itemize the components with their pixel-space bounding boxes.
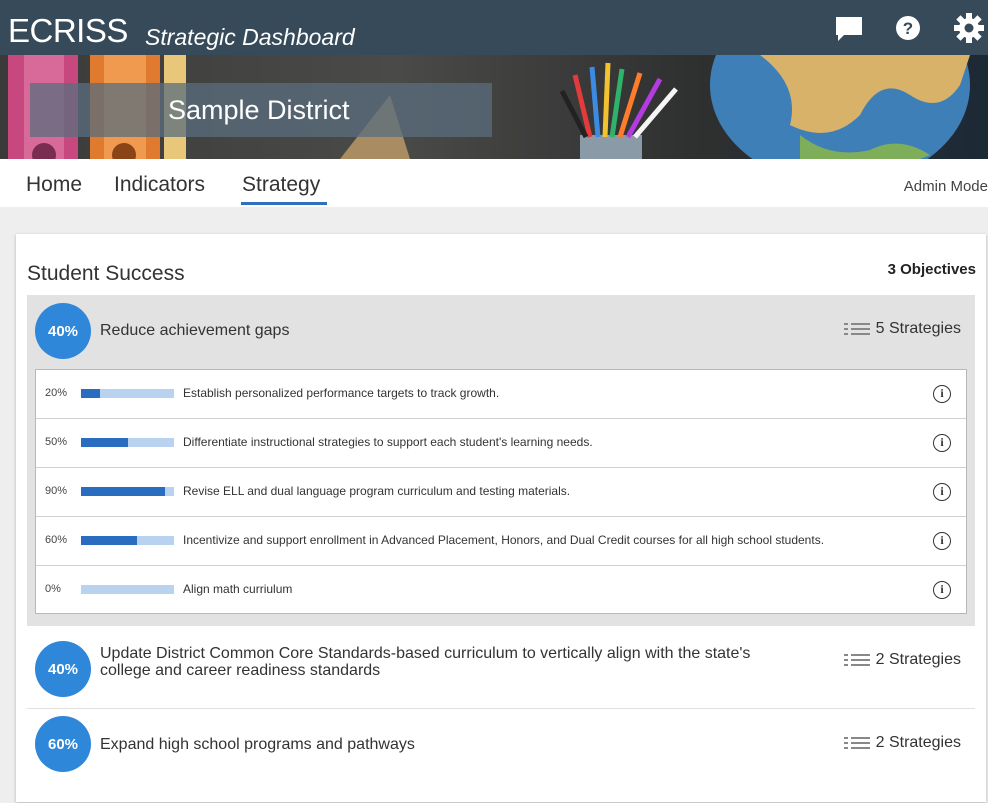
- strategies-count: 2 Strategies: [875, 734, 961, 751]
- strategy-percent: 60%: [45, 534, 68, 546]
- goal-card: Student Success 3 Objectives 40% Reduce …: [16, 234, 986, 802]
- top-bar: ECRISS Strategic Dashboard ?: [0, 0, 988, 55]
- info-icon[interactable]: i: [933, 532, 951, 550]
- help-icon[interactable]: ?: [894, 13, 924, 43]
- info-icon[interactable]: i: [933, 581, 951, 599]
- strategy-table: 20% Establish personalized performance t…: [35, 369, 967, 614]
- app-name: ECRISS: [8, 12, 128, 49]
- strategy-row[interactable]: 50% Differentiate instructional strategi…: [36, 419, 966, 468]
- settings-gear-icon[interactable]: [953, 12, 984, 43]
- strategies-count: 5 Strategies: [875, 320, 961, 337]
- chat-icon[interactable]: [834, 14, 864, 44]
- objective-percent-badge: 40%: [35, 303, 91, 359]
- strategy-percent: 0%: [45, 583, 61, 595]
- app-subtitle: Strategic Dashboard: [145, 24, 355, 50]
- strategy-progress-bar: [81, 585, 174, 594]
- strategy-row[interactable]: 0% Align math curriulum i: [36, 566, 966, 615]
- strategy-percent: 20%: [45, 387, 68, 399]
- strategy-progress-bar: [81, 438, 174, 447]
- strategy-text: Revise ELL and dual language program cur…: [183, 484, 571, 498]
- objective-row[interactable]: 40% Update District Common Core Standard…: [27, 626, 975, 708]
- info-icon[interactable]: i: [933, 385, 951, 403]
- main-nav: Home Indicators Strategy Admin Mode: [0, 159, 988, 207]
- objective-row[interactable]: 60% Expand high school programs and path…: [27, 709, 975, 791]
- objective-strategies-link[interactable]: 2 Strategies: [843, 734, 961, 752]
- strategy-progress-bar: [81, 487, 174, 496]
- objective-title: Expand high school programs and pathways: [100, 736, 415, 753]
- info-icon[interactable]: i: [933, 434, 951, 452]
- goal-title: Student Success: [27, 262, 185, 285]
- strategy-progress-fill: [81, 487, 165, 496]
- strategy-progress-bar: [81, 536, 174, 545]
- admin-mode-link[interactable]: Admin Mode: [904, 178, 988, 195]
- objective-percent-badge: 40%: [35, 641, 91, 697]
- tab-indicators[interactable]: Indicators: [114, 173, 205, 197]
- strategy-row[interactable]: 90% Revise ELL and dual language program…: [36, 468, 966, 517]
- list-icon: [843, 321, 870, 337]
- tab-strategy[interactable]: Strategy: [242, 173, 320, 197]
- strategy-progress-bar: [81, 389, 174, 398]
- strategy-progress-fill: [81, 438, 128, 447]
- list-icon: [843, 652, 870, 668]
- strategy-text: Align math curriulum: [183, 582, 293, 596]
- svg-text:?: ?: [903, 19, 913, 38]
- objective-strategies-link[interactable]: 2 Strategies: [843, 651, 961, 669]
- objective-title-line1: Update District Common Core Standards-ba…: [100, 645, 751, 662]
- strategy-percent: 90%: [45, 485, 68, 497]
- objective-title-line2: college and career readiness standards: [100, 662, 381, 679]
- strategy-row[interactable]: 60% Incentivize and support enrollment i…: [36, 517, 966, 566]
- list-icon: [843, 735, 870, 751]
- strategy-text: Establish personalized performance targe…: [183, 386, 500, 400]
- district-name-box: Sample District: [30, 83, 492, 137]
- active-tab-indicator: [241, 202, 327, 205]
- objective-row-expanded[interactable]: 40% Reduce achievement gaps 5 Strategies…: [27, 295, 975, 626]
- objectives-count: 3 Objectives: [887, 261, 976, 278]
- strategy-text: Incentivize and support enrollment in Ad…: [183, 533, 825, 547]
- strategy-progress-fill: [81, 536, 137, 545]
- objective-percent-badge: 60%: [35, 716, 91, 772]
- strategy-percent: 50%: [45, 436, 68, 448]
- objective-title: Reduce achievement gaps: [100, 322, 290, 339]
- strategy-text: Differentiate instructional strategies t…: [183, 435, 593, 449]
- info-icon[interactable]: i: [933, 483, 951, 501]
- tab-home[interactable]: Home: [26, 173, 82, 197]
- district-banner: Sample District: [0, 55, 988, 159]
- strategy-progress-fill: [81, 389, 100, 398]
- objective-strategies-link[interactable]: 5 Strategies: [843, 320, 961, 338]
- district-name: Sample District: [168, 95, 350, 125]
- strategy-row[interactable]: 20% Establish personalized performance t…: [36, 370, 966, 419]
- strategies-count: 2 Strategies: [875, 651, 961, 668]
